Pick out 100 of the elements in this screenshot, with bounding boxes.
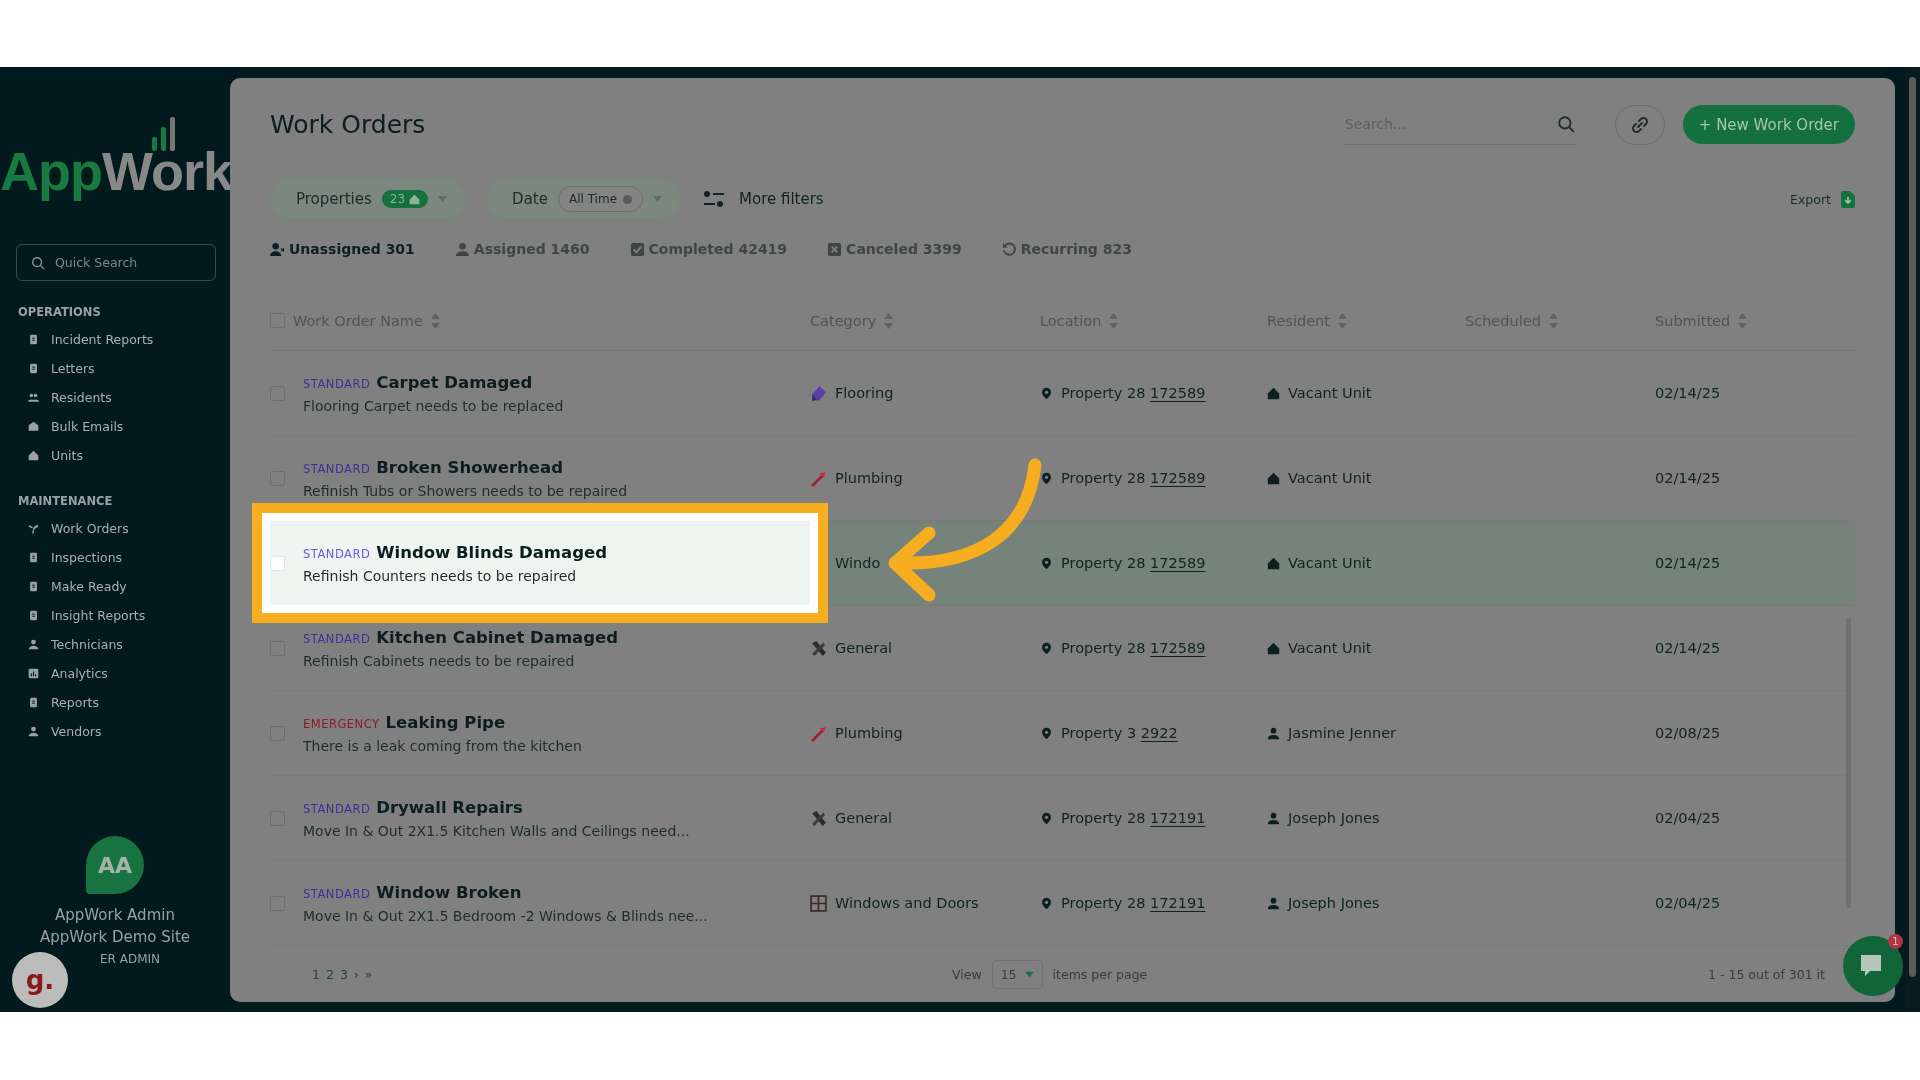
category-text: Plumbing: [835, 725, 903, 742]
sidebar-item[interactable]: Vendors: [0, 717, 230, 746]
people-icon: [28, 392, 39, 403]
priority-label: STANDARD: [303, 631, 371, 646]
sidebar-item[interactable]: Inspections: [0, 543, 230, 572]
category-text: Windows and Doors: [835, 895, 979, 912]
category-text: Windo: [835, 555, 881, 572]
person-icon: [454, 241, 470, 257]
sidebar-item[interactable]: Make Ready: [0, 572, 230, 601]
priority-label: EMERGENCY: [303, 716, 380, 731]
sidebar-item[interactable]: Letters: [0, 354, 230, 383]
location-text: Property 28 172589: [1061, 385, 1206, 402]
location-text: Property 28 172589: [1061, 640, 1206, 657]
status-tab[interactable]: Canceled 3399: [827, 241, 962, 258]
view-label: View: [952, 966, 982, 982]
location-pin-icon: [1040, 726, 1053, 740]
sidebar-item[interactable]: Work Orders: [0, 514, 230, 543]
person-icon: [28, 639, 39, 650]
link-icon: [1631, 116, 1648, 133]
resident-text: Vacant Unit: [1288, 470, 1372, 487]
location-text: Property 28 172191: [1061, 895, 1206, 912]
download-file-icon: [1841, 190, 1855, 208]
category-text: Plumbing: [835, 470, 903, 487]
work-order-title[interactable]: Broken Showerhead: [376, 457, 563, 477]
sidebar-item[interactable]: Residents: [0, 383, 230, 412]
sidebar-item[interactable]: Insight Reports: [0, 601, 230, 630]
submitted-date: 02/14/25: [1655, 385, 1721, 402]
table-row[interactable]: STANDARD Carpet Damaged Flooring Carpet needs to be replaced Flooring Property 28 172589 Vacant Unit 02/14/25: [270, 351, 1855, 437]
location-text: Property 3 2922: [1061, 725, 1178, 742]
status-tab[interactable]: Assigned 1460: [454, 241, 590, 258]
sidebar-item[interactable]: Analytics: [0, 659, 230, 688]
status-tab[interactable]: Recurring 823: [1001, 241, 1132, 258]
quick-search-field[interactable]: Quick Search: [16, 244, 216, 281]
page-title: Work Orders: [270, 110, 427, 140]
sidebar-item[interactable]: Units: [0, 441, 230, 470]
work-order-title[interactable]: Kitchen Cabinet Damaged: [376, 627, 619, 647]
category-text: General: [835, 810, 893, 827]
brush-icon: [810, 384, 827, 402]
location-pin-icon: [1040, 386, 1053, 400]
page-link[interactable]: 1: [312, 966, 320, 982]
resident-text: Vacant Unit: [1288, 555, 1372, 572]
work-order-description: Refinish Tubs or Showers needs to be repaired: [303, 482, 628, 499]
status-tab[interactable]: Unassigned 301: [270, 241, 415, 258]
x-box-icon: [827, 241, 843, 257]
resident-text: Joseph Jones: [1288, 895, 1380, 912]
location-pin-icon: [1040, 641, 1053, 655]
date-value-chip[interactable]: All Time: [557, 186, 643, 213]
submitted-date: 02/14/25: [1655, 640, 1721, 657]
user-role: ER ADMIN: [98, 952, 161, 966]
page-link[interactable]: ›: [353, 966, 359, 982]
user-avatar[interactable]: AA: [86, 836, 144, 894]
sort-icon: [1738, 312, 1748, 329]
page-link[interactable]: 2: [325, 966, 334, 982]
person-icon: [28, 726, 39, 737]
work-order-title[interactable]: Window Broken: [376, 882, 522, 902]
sidebar-item[interactable]: Reports: [0, 688, 230, 717]
resident-text: Jasmine Jenner: [1288, 725, 1397, 742]
site-name: AppWork Demo Site: [39, 928, 191, 946]
per-page-select[interactable]: 15: [991, 959, 1043, 989]
section-heading: OPERATIONS: [18, 305, 102, 319]
recurring-icon: [1001, 241, 1017, 257]
new-work-order-button[interactable]: + New Work Order: [1682, 105, 1855, 145]
house-icon: [1267, 641, 1280, 655]
clear-icon: [623, 194, 632, 204]
window-scrollbar[interactable]: [1905, 67, 1920, 1012]
chat-button[interactable]: 1: [1843, 936, 1903, 996]
document-icon: [28, 610, 39, 621]
priority-label: STANDARD: [303, 886, 371, 901]
section-heading: MAINTENANCE: [18, 494, 114, 508]
export-button[interactable]: Export: [1790, 191, 1831, 207]
house-icon: [1267, 386, 1280, 400]
date-filter[interactable]: Date All Time: [486, 179, 681, 220]
document-icon: [28, 697, 39, 708]
location-text: Property 28 172589: [1061, 555, 1206, 572]
count-badge: 23: [381, 190, 429, 209]
work-order-title[interactable]: Drywall Repairs: [376, 797, 523, 817]
sidebar-item[interactable]: Bulk Emails: [0, 412, 230, 441]
notification-badge: 1: [1888, 934, 1903, 949]
person-icon: [1267, 726, 1280, 740]
priority-label: STANDARD: [303, 546, 371, 561]
work-order-title[interactable]: Leaking Pipe: [385, 712, 506, 732]
submitted-date: 02/04/25: [1655, 810, 1721, 827]
page-link[interactable]: »: [364, 966, 373, 982]
sidebar-item[interactable]: Incident Reports: [0, 325, 230, 354]
work-order-title[interactable]: Window Blinds Damaged: [376, 542, 607, 562]
work-order-description: Move In & Out 2X1.5 Kitchen Walls and Ceilings need...: [303, 822, 690, 839]
user-name: AppWork Admin: [55, 906, 175, 924]
sidebar-item[interactable]: Technicians: [0, 630, 230, 659]
per-page-label: items per page: [1052, 966, 1148, 982]
document-icon: [28, 581, 39, 592]
status-tab[interactable]: Completed 42419: [629, 241, 788, 258]
page-link[interactable]: 3: [339, 966, 348, 982]
house-icon: [1267, 556, 1280, 570]
more-filters-button[interactable]: More filters: [739, 190, 824, 209]
properties-filter[interactable]: Properties 23: [270, 179, 467, 220]
g-badge[interactable]: g.: [12, 952, 68, 1008]
work-order-title[interactable]: Carpet Damaged: [376, 372, 533, 392]
submitted-date: 02/08/25: [1655, 725, 1721, 742]
category-text: Flooring: [835, 385, 894, 402]
search-icon: [1556, 115, 1575, 134]
